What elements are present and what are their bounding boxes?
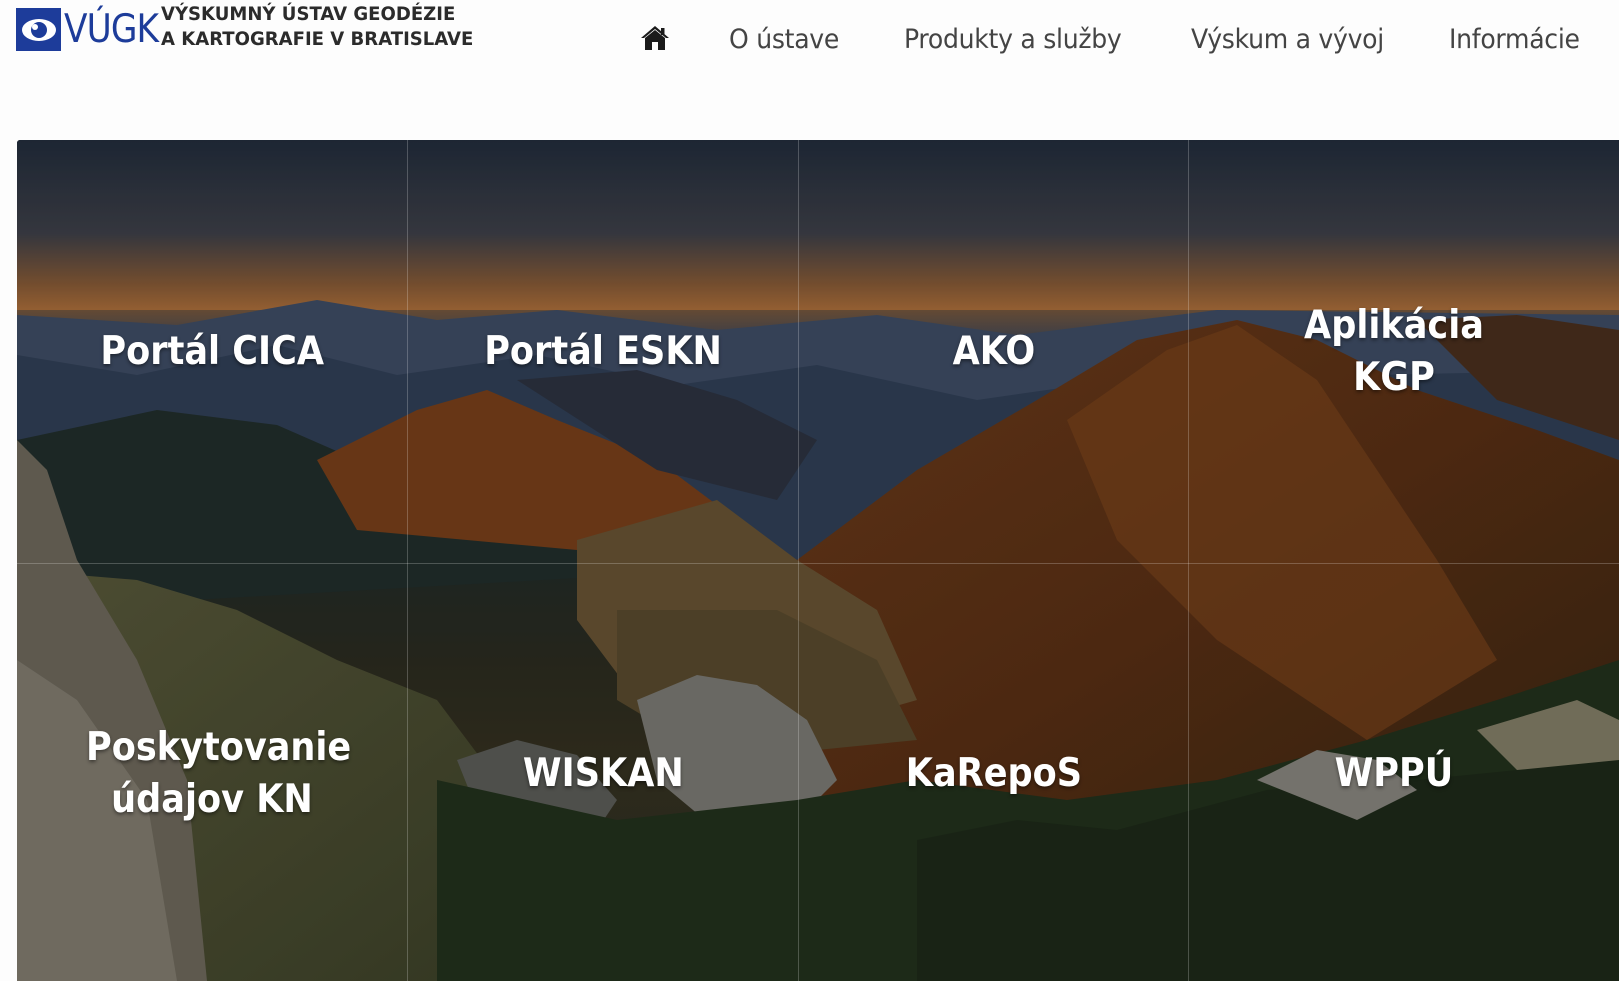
tile-label: Aplikácia KGP <box>1304 302 1484 400</box>
quick-links-grid: Portál CICA Portál ESKN AKO Aplikácia KG… <box>17 140 1619 981</box>
tile-label: AKO <box>952 328 1035 374</box>
tile-portal-cica[interactable]: Portál CICA <box>17 140 407 563</box>
tile-label: WISKAN <box>522 751 684 796</box>
nav-home-button[interactable] <box>639 22 671 54</box>
nav-item-produkty-a-sluzby[interactable]: Produkty a služby <box>904 24 1122 55</box>
institute-name-line1: VÝSKUMNÝ ÚSTAV GEODÉZIE <box>161 3 456 25</box>
tile-label: Poskytovanie údajov KN <box>86 725 352 822</box>
home-icon <box>641 26 669 50</box>
logo-abbreviation: VÚGK <box>64 7 159 52</box>
tile-wiskan[interactable]: WISKAN <box>408 564 798 981</box>
tile-ako[interactable]: AKO <box>799 140 1188 563</box>
tile-aplikacia-kgp[interactable]: Aplikácia KGP <box>1189 140 1599 563</box>
nav-item-o-ustave[interactable]: O ústave <box>729 24 839 55</box>
tile-label: Portál ESKN <box>484 328 722 374</box>
nav-item-informacie[interactable]: Informácie <box>1449 24 1580 55</box>
tile-karepos[interactable]: KaRepoS <box>799 564 1188 981</box>
site-logo[interactable]: VÚGK <box>16 8 171 51</box>
nav-item-vyskum-a-vyvoj[interactable]: Výskum a vývoj <box>1191 24 1384 55</box>
logo-mark: VÚGK <box>16 8 171 51</box>
tile-poskytovanie-udajov-kn[interactable]: Poskytovanie údajov KN <box>17 564 407 981</box>
logo-eye-icon <box>16 8 61 51</box>
institute-name[interactable]: VÝSKUMNÝ ÚSTAV GEODÉZIE A KARTOGRAFIE V … <box>161 2 503 52</box>
tile-label: WPPÚ <box>1334 751 1454 796</box>
site-header: VÚGK VÝSKUMNÝ ÚSTAV GEODÉZIE A KARTOGRAF… <box>0 0 1619 82</box>
tile-label: Portál CICA <box>100 328 324 374</box>
tile-label: KaRepoS <box>905 751 1082 796</box>
institute-name-line2: A KARTOGRAFIE V BRATISLAVE <box>161 28 474 50</box>
tile-portal-eskn[interactable]: Portál ESKN <box>408 140 798 563</box>
tile-wppu[interactable]: WPPÚ <box>1189 564 1599 981</box>
